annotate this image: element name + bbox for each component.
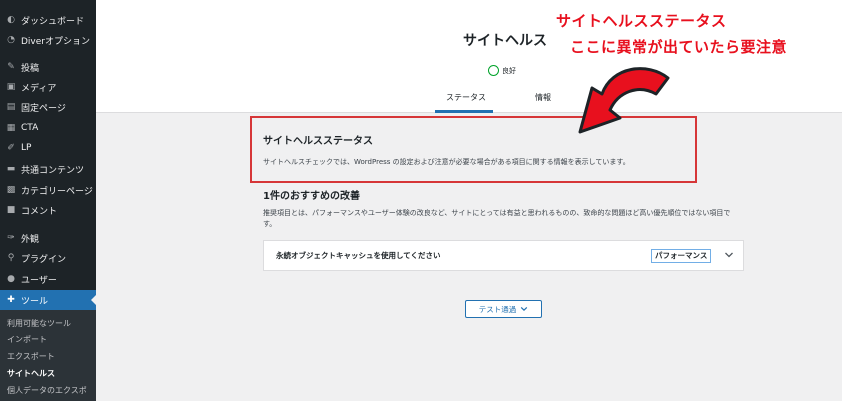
- sidebar-item-label: Diverオプション: [21, 36, 90, 47]
- sidebar-item-label: プラグイン: [21, 254, 67, 265]
- sidebar-item-label: メディア: [21, 83, 57, 94]
- media-icon: ▣: [6, 82, 16, 92]
- sidebar-item-label: 外観: [21, 234, 40, 245]
- sidebar-item-pages[interactable]: ▤ 固定ページ: [0, 97, 96, 117]
- submenu-item-export-personal-data[interactable]: 個人データのエクスポ: [7, 385, 87, 396]
- dashboard-icon: ◐: [7, 15, 15, 25]
- sidebar-item-users[interactable]: ● ユーザー: [0, 269, 96, 289]
- panel-title: サイトヘルスステータス: [263, 136, 373, 147]
- pin-icon: ✎: [7, 62, 15, 72]
- sidebar-item-lp[interactable]: ✐ LP: [0, 138, 96, 158]
- active-tab-indicator: [435, 110, 493, 113]
- annotation-arrow: [578, 67, 670, 134]
- submenu-item-export[interactable]: エクスポート: [7, 351, 55, 362]
- passed-tests-label: テスト通過: [478, 304, 517, 314]
- page-icon: ▤: [6, 102, 16, 112]
- wrench-icon: ✚: [7, 295, 15, 305]
- sidebar-item-label: LP: [21, 143, 32, 153]
- sidebar-item-label: ツール: [21, 296, 49, 307]
- sidebar-item-tools[interactable]: ✚ ツール: [0, 290, 96, 310]
- sidebar-item-diver-options[interactable]: ◔ Diverオプション: [0, 30, 96, 50]
- tab-info[interactable]: 情報: [535, 92, 551, 103]
- annotation-line-1: サイトヘルスステータス: [556, 12, 727, 30]
- chevron-down-icon: [521, 306, 528, 312]
- recommendations-heading: 1件のおすすめの改善: [263, 191, 360, 202]
- sidebar-item-label: ダッシュボード: [21, 16, 85, 27]
- sidebar-item-posts[interactable]: ✎ 投稿: [0, 57, 96, 77]
- plugin-icon: ⚲: [7, 253, 15, 263]
- sidebar-item-media[interactable]: ▣ メディア: [0, 77, 96, 97]
- tools-submenu: 利用可能なツール インポート エクスポート サイトヘルス 個人データのエクスポ: [0, 310, 96, 401]
- sidebar-item-label: ユーザー: [21, 275, 57, 286]
- cta-icon: ▦: [6, 123, 16, 133]
- brush-icon: ✑: [7, 233, 15, 243]
- comment-icon: ■: [6, 205, 16, 215]
- lp-icon: ✐: [7, 143, 15, 153]
- performance-badge: パフォーマンス: [651, 249, 712, 263]
- sidebar-item-comments[interactable]: ■ コメント: [0, 200, 96, 220]
- sidebar-item-label: カテゴリーページ: [21, 186, 93, 197]
- sidebar-item-cta[interactable]: ▦ CTA: [0, 118, 96, 138]
- status-label: 良好: [502, 67, 516, 75]
- annotation-line-2: ここに異常が出ていたら要注意: [570, 38, 788, 56]
- sidebar-item-label: 投稿: [21, 63, 40, 74]
- sidebar-item-label: 固定ページ: [21, 103, 66, 114]
- page-title: サイトヘルス: [463, 33, 547, 49]
- chevron-down-icon[interactable]: [724, 250, 734, 260]
- tab-status[interactable]: ステータス: [446, 92, 486, 103]
- status-good-indicator: [488, 65, 499, 76]
- admin-sidebar: ◐ ダッシュボード ◔ Diverオプション ✎ 投稿 ▣ メディア ▤ 固定ページ ▦ C…: [0, 0, 96, 401]
- accordion-title: 永続オブジェクトキャッシュを使用してください: [276, 251, 441, 260]
- panel-description: サイトヘルスチェックでは、WordPress の設定および注意が必要な場合がある…: [263, 158, 630, 166]
- folder-icon: ▬: [6, 164, 16, 174]
- sidebar-item-label: コメント: [21, 206, 58, 217]
- sidebar-item-shared-content[interactable]: ▬ 共通コンテンツ: [0, 159, 96, 179]
- recommendations-description: 推奨項目とは、パフォーマンスやユーザー体験の改良など、サイトにとっては有益と思わ…: [263, 209, 731, 228]
- category-icon: ▩: [6, 185, 16, 195]
- sidebar-item-appearance[interactable]: ✑ 外観: [0, 228, 96, 248]
- submenu-item-available-tools[interactable]: 利用可能なツール: [7, 318, 71, 329]
- accordion-item[interactable]: 永続オブジェクトキャッシュを使用してください パフォーマンス: [263, 240, 744, 271]
- sidebar-item-label: CTA: [21, 123, 39, 133]
- diver-icon: ◔: [7, 35, 15, 45]
- user-icon: ●: [7, 274, 15, 284]
- submenu-item-site-health[interactable]: サイトヘルス: [7, 368, 55, 379]
- sidebar-item-dashboard[interactable]: ◐ ダッシュボード: [0, 10, 96, 30]
- sidebar-item-plugins[interactable]: ⚲ プラグイン: [0, 248, 96, 268]
- sidebar-item-label: 共通コンテンツ: [21, 165, 85, 176]
- sidebar-item-category-pages[interactable]: ▩ カテゴリーページ: [0, 180, 96, 200]
- submenu-item-import[interactable]: インポート: [7, 334, 47, 345]
- passed-tests-button[interactable]: テスト通過: [465, 300, 542, 318]
